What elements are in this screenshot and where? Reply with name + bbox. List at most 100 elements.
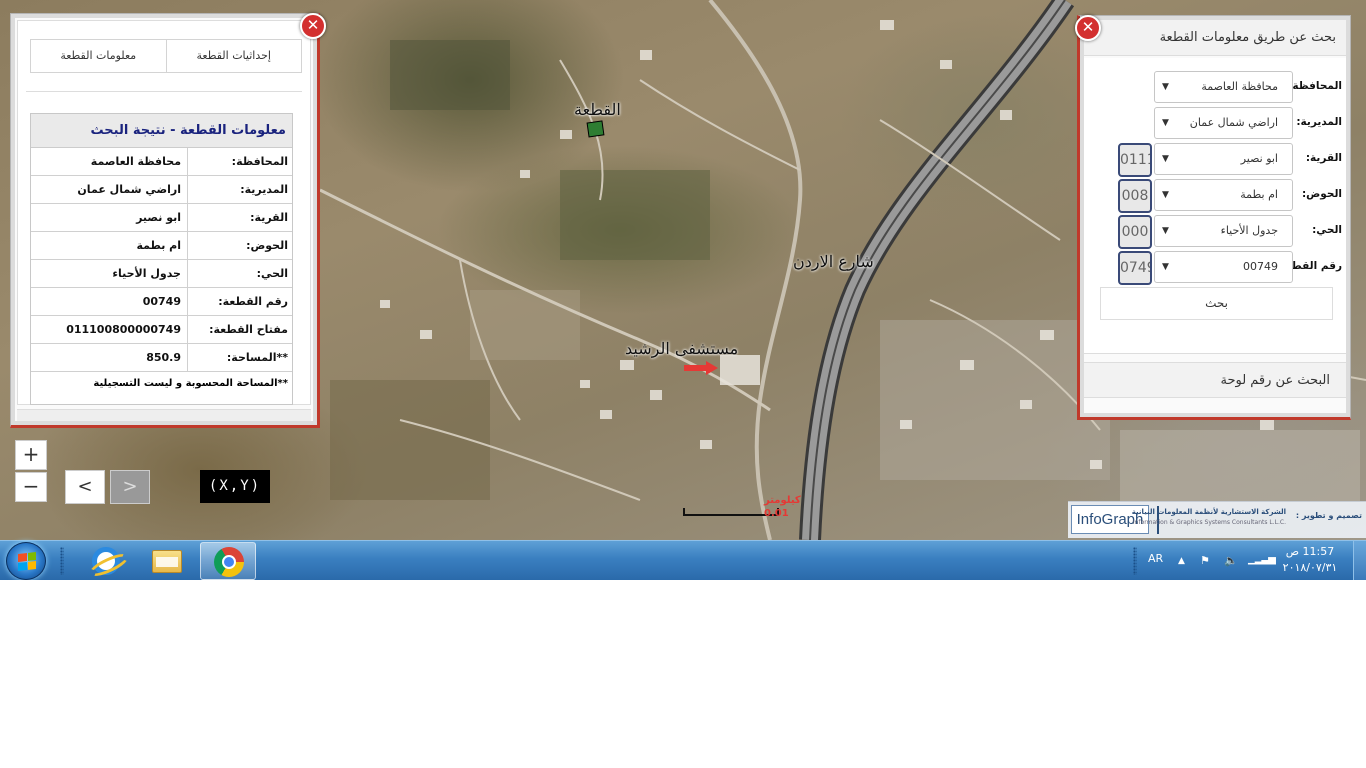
company-name-en: Information & Graphics Systems Consultan… xyxy=(1132,519,1286,526)
action-center-flag-icon[interactable]: ⚑ xyxy=(1200,554,1210,567)
row-key: القرية: xyxy=(187,204,292,231)
row-key: الحوض: xyxy=(187,232,292,259)
row-value: 00749 xyxy=(142,295,181,308)
panel-footer xyxy=(17,409,311,421)
network-signal-icon[interactable]: ▁▂▃▅ xyxy=(1248,554,1276,565)
neighborhood-select[interactable]: جدول الأحياء ▼ xyxy=(1154,215,1293,247)
row-value: 850.9 xyxy=(146,351,181,364)
selected-parcel-marker xyxy=(586,120,605,138)
xy-coordinates-button[interactable]: (X,Y) xyxy=(200,470,270,503)
taskbar-internet-explorer[interactable] xyxy=(78,542,134,580)
row-key: **المساحة: xyxy=(187,344,292,371)
taskbar-file-explorer[interactable] xyxy=(139,542,195,580)
field-label: الحي: xyxy=(1312,224,1342,236)
close-parcel-search-button[interactable]: ✕ xyxy=(1075,15,1101,41)
show-desktop-button[interactable] xyxy=(1353,541,1366,580)
parcel-info-tabs: إحداثيات القطعة معلومات القطعة xyxy=(30,39,302,73)
table-row: المحافظة: محافظة العاصمة xyxy=(31,148,292,176)
taskbar-grip[interactable] xyxy=(60,547,64,575)
dropdown-caret-icon: ▼ xyxy=(1162,82,1169,92)
close-icon: ✕ xyxy=(1081,18,1095,36)
dropdown-caret-icon: ▼ xyxy=(1162,118,1169,128)
previous-extent-button[interactable]: > xyxy=(110,470,150,504)
divider xyxy=(26,91,302,92)
village-select[interactable]: ابو نصير ▼ xyxy=(1154,143,1293,175)
desktop-screen: القطعة شارع الاردن مستشفى الرشيد + − < >… xyxy=(0,0,1366,580)
internet-explorer-icon xyxy=(92,547,120,575)
row-value: محافظة العاصمة xyxy=(90,155,181,168)
area-note: **المساحة المحسوبة و ليست التسجيلية xyxy=(93,378,288,389)
parcel-search-form: المحافظة: محافظة العاصمة ▼ المديرية: اراض… xyxy=(1084,58,1346,354)
parcel-number-select[interactable]: 00749 ▼ xyxy=(1154,251,1293,283)
field-parcel-number: رقم القطعة: 00749▼ 0749 xyxy=(1084,251,1346,285)
select-value: ام بطمة xyxy=(1240,188,1278,201)
row-value: ابو نصير xyxy=(136,211,181,224)
parcel-search-title: بحث عن طريق معلومات القطعة xyxy=(1084,20,1346,56)
row-key: المحافظة: xyxy=(187,148,292,175)
close-icon: ✕ xyxy=(306,16,320,34)
parcel-info-panel-body: إحداثيات القطعة معلومات القطعة معلومات ا… xyxy=(17,20,311,405)
parcel-number-code-field[interactable]: 0749 xyxy=(1118,251,1152,285)
zoom-out-button[interactable]: − xyxy=(15,472,47,502)
field-governorate: المحافظة: محافظة العاصمة ▼ xyxy=(1084,71,1346,103)
select-value: محافظة العاصمة xyxy=(1201,80,1278,93)
table-row: المديرية: اراضي شمال عمان xyxy=(31,176,292,204)
basin-code-field[interactable]: 008 xyxy=(1118,179,1152,213)
field-basin: الحوض: ام بطمة ▼ 008 xyxy=(1084,179,1346,213)
taskbar-chrome[interactable] xyxy=(200,542,256,580)
dropdown-caret-icon: ▼ xyxy=(1162,262,1169,272)
field-label: الحوض: xyxy=(1301,188,1342,200)
dropdown-caret-icon: ▼ xyxy=(1162,190,1169,200)
field-village: القرية: ابو نصير ▼ 0111 xyxy=(1084,143,1346,177)
select-value: 00749 xyxy=(1243,260,1278,273)
field-neighborhood: الحي: جدول الأحياء ▼ 000 xyxy=(1084,215,1346,249)
parcel-info-panel: إحداثيات القطعة معلومات القطعة معلومات ا… xyxy=(10,13,326,428)
clock-date[interactable]: ٢٠١٨/٠٧/٣١ xyxy=(1276,561,1344,574)
table-row: مفتاح القطعة: 011100800000749 xyxy=(31,316,292,344)
zoom-in-button[interactable]: + xyxy=(15,440,47,470)
table-row: رقم القطعة: 00749 xyxy=(31,288,292,316)
scale-value: 0.01 xyxy=(764,508,789,519)
directorate-select[interactable]: اراضي شمال عمان ▼ xyxy=(1154,107,1293,139)
design-label: تصميم و تطوير : xyxy=(1295,511,1362,520)
credits-banner: InfoGraph الشركة الاستشارية لأنظمة المعل… xyxy=(1068,501,1366,538)
tray-up-arrow-icon[interactable]: ▲ xyxy=(1178,556,1185,566)
hospital-arrow xyxy=(706,361,718,375)
governorate-select[interactable]: محافظة العاصمة ▼ xyxy=(1154,71,1293,103)
neighborhood-code-field[interactable]: 000 xyxy=(1118,215,1152,249)
chrome-icon xyxy=(214,547,244,577)
scale-unit: كيلومتر xyxy=(764,495,801,506)
village-code-field[interactable]: 0111 xyxy=(1118,143,1152,177)
select-value: ابو نصير xyxy=(1240,152,1278,165)
dropdown-caret-icon: ▼ xyxy=(1162,154,1169,164)
clock-time[interactable]: 11:57 ص xyxy=(1280,545,1340,558)
scale-label: كيلومتر 0.01 xyxy=(764,494,801,520)
search-button[interactable]: بحث xyxy=(1100,287,1333,320)
field-directorate: المديرية: اراضي شمال عمان ▼ xyxy=(1084,107,1346,139)
dropdown-caret-icon: ▼ xyxy=(1162,226,1169,236)
row-value: 011100800000749 xyxy=(66,323,181,336)
plate-number-search-section[interactable]: البحث عن رقم لوحة xyxy=(1084,362,1346,398)
close-parcel-info-button[interactable]: ✕ xyxy=(300,13,326,39)
row-value: اراضي شمال عمان xyxy=(77,183,181,196)
map-label-parcel: القطعة xyxy=(574,100,621,119)
row-value: ام بطمة xyxy=(136,239,181,252)
basin-select[interactable]: ام بطمة ▼ xyxy=(1154,179,1293,211)
parcel-info-table: معلومات القطعة - نتيجة البحث المحافظة: مح… xyxy=(30,113,293,405)
start-button[interactable] xyxy=(6,542,46,580)
company-name-ar: الشركة الاستشارية لأنظمة المعلومات البيا… xyxy=(1131,508,1286,516)
tab-parcel-info[interactable]: معلومات القطعة xyxy=(30,39,166,73)
field-label: المديرية: xyxy=(1296,116,1342,128)
map-label-hospital: مستشفى الرشيد xyxy=(625,339,739,358)
next-extent-button[interactable]: < xyxy=(65,470,105,504)
tab-parcel-coordinates[interactable]: إحداثيات القطعة xyxy=(165,39,302,73)
tray-grip[interactable] xyxy=(1133,547,1137,575)
language-indicator[interactable]: AR xyxy=(1148,552,1163,565)
row-value: جدول الأحياء xyxy=(112,267,181,280)
table-row: الحوض: ام بطمة xyxy=(31,232,292,260)
speaker-icon[interactable]: 🔈 xyxy=(1224,554,1238,567)
windows-start-icon xyxy=(18,552,36,571)
row-key: المديرية: xyxy=(187,176,292,203)
field-label: القرية: xyxy=(1305,152,1342,164)
field-label: المحافظة: xyxy=(1288,80,1342,92)
